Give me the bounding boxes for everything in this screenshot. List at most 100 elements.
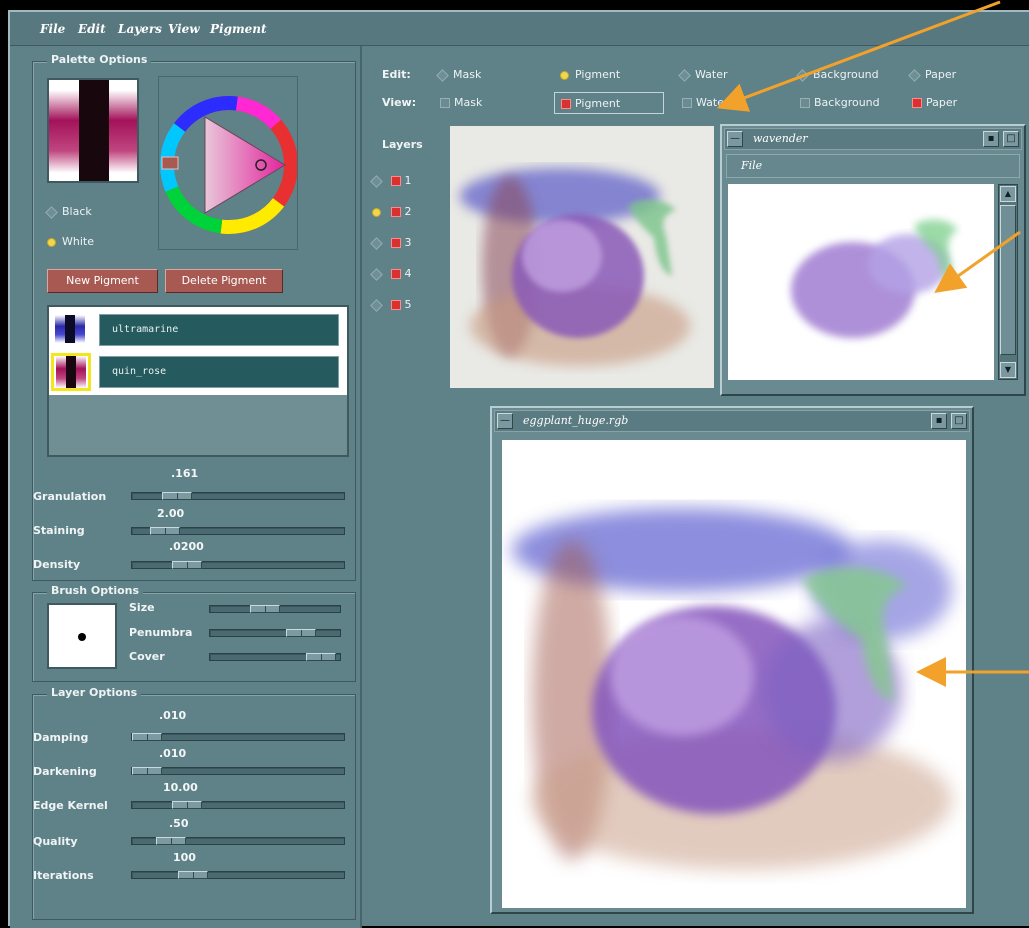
color-wheel[interactable] xyxy=(159,77,298,249)
scrollbar-thumb[interactable] xyxy=(1000,205,1016,355)
edge-kernel-label: Edge Kernel xyxy=(33,799,108,812)
penumbra-slider[interactable] xyxy=(209,629,341,637)
granulation-slider[interactable] xyxy=(131,492,345,500)
menu-pigment[interactable]: Pigment xyxy=(210,22,267,36)
layer-label: 1 xyxy=(404,174,412,187)
maximize-button[interactable]: □ xyxy=(1003,131,1019,147)
palette-options-group: Palette Options Black White New Pigment … xyxy=(32,53,356,581)
slider-thumb[interactable] xyxy=(156,837,186,845)
slider-thumb[interactable] xyxy=(132,733,162,741)
staining-slider[interactable] xyxy=(131,527,345,535)
damping-slider[interactable] xyxy=(131,733,345,741)
cover-label: Cover xyxy=(129,650,165,663)
background-white-option[interactable]: White xyxy=(47,235,94,248)
density-label: Density xyxy=(33,558,81,571)
quality-slider[interactable] xyxy=(131,837,345,845)
background-white-label: White xyxy=(62,235,94,248)
layer-label: 4 xyxy=(404,267,412,280)
layer-visibility-checkbox[interactable] xyxy=(390,269,401,279)
menu-layers[interactable]: Layers xyxy=(118,22,162,36)
scroll-up-arrow-icon[interactable]: ▲ xyxy=(1000,186,1016,202)
iterations-slider[interactable] xyxy=(131,871,345,879)
palette-options-title: Palette Options xyxy=(47,53,152,66)
view-pigment-option[interactable]: Pigment xyxy=(554,92,664,114)
menu-edit[interactable]: Edit xyxy=(78,22,106,36)
granulation-label: Granulation xyxy=(33,490,107,503)
quality-value: .50 xyxy=(169,817,189,830)
layer-item-1[interactable]: 1 xyxy=(370,174,412,188)
view-background-option[interactable]: Background xyxy=(800,96,880,109)
preview-menu-file[interactable]: File xyxy=(741,159,762,172)
eggplant-watercolor-image xyxy=(512,508,952,870)
checkbox xyxy=(800,98,810,108)
brush-options-title: Brush Options xyxy=(47,584,144,597)
image-window-title: eggplant_huge.rgb xyxy=(523,414,629,427)
layer-label: 3 xyxy=(404,236,412,249)
edit-water-option[interactable]: Water xyxy=(678,68,728,82)
vertical-scrollbar[interactable]: ▲ ▼ xyxy=(998,184,1018,380)
pigment-swatch xyxy=(51,313,89,345)
edge-kernel-slider[interactable] xyxy=(131,801,345,809)
staining-value: 2.00 xyxy=(157,507,185,520)
edit-mask-option[interactable]: Mask xyxy=(436,68,481,82)
pigment-name-field[interactable]: quin_rose xyxy=(99,356,339,388)
paint-canvas-main[interactable] xyxy=(450,126,714,388)
preview-canvas[interactable] xyxy=(728,184,994,380)
pigment-swatch-preview xyxy=(47,78,139,183)
slider-thumb[interactable] xyxy=(250,605,280,613)
layer-visibility-checkbox[interactable] xyxy=(390,238,401,248)
slider-thumb[interactable] xyxy=(172,561,202,569)
slider-thumb[interactable] xyxy=(150,527,180,535)
slider-thumb[interactable] xyxy=(132,767,162,775)
brush-options-group: Brush Options Size Penumbra Cover xyxy=(32,584,356,682)
delete-pigment-button[interactable]: Delete Pigment xyxy=(165,269,283,293)
radio-indicator xyxy=(796,68,809,82)
layer-item-3[interactable]: 3 xyxy=(370,236,412,250)
radio-indicator-selected xyxy=(47,237,56,247)
pigment-name-field[interactable]: ultramarine xyxy=(99,314,339,346)
pigment-list-item[interactable]: ultramarine xyxy=(51,311,341,349)
slider-thumb[interactable] xyxy=(286,629,316,637)
layer-item-2[interactable]: 2 xyxy=(372,205,412,218)
workspace: Edit: Mask Pigment Water Background Pape… xyxy=(364,46,1029,928)
slider-thumb[interactable] xyxy=(162,492,192,500)
pigment-list-item[interactable]: quin_rose xyxy=(51,353,341,391)
view-water-option[interactable]: Water xyxy=(682,96,729,109)
maximize-button[interactable]: □ xyxy=(951,413,967,429)
darkening-slider[interactable] xyxy=(131,767,345,775)
edit-paper-option[interactable]: Paper xyxy=(908,68,956,82)
view-mask-label: Mask xyxy=(454,96,483,109)
new-pigment-button[interactable]: New Pigment xyxy=(47,269,158,293)
view-paper-option[interactable]: Paper xyxy=(912,96,957,109)
background-black-option[interactable]: Black xyxy=(45,205,92,219)
image-window-titlebar[interactable]: — eggplant_huge.rgb ▪ □ xyxy=(494,410,970,432)
large-paint-canvas[interactable] xyxy=(502,440,966,908)
preview-window-titlebar[interactable]: — wavender ▪ □ xyxy=(724,128,1022,150)
window-menu-button[interactable]: — xyxy=(727,131,743,147)
view-paper-label: Paper xyxy=(926,96,958,109)
layer-visibility-checkbox[interactable] xyxy=(390,207,401,217)
minimize-button[interactable]: ▪ xyxy=(983,131,999,147)
layer-item-4[interactable]: 4 xyxy=(370,267,412,281)
size-slider[interactable] xyxy=(209,605,341,613)
cover-slider[interactable] xyxy=(209,653,341,661)
slider-thumb[interactable] xyxy=(178,871,208,879)
scroll-down-arrow-icon[interactable]: ▼ xyxy=(1000,362,1016,378)
edit-background-option[interactable]: Background xyxy=(796,68,879,82)
darkening-label: Darkening xyxy=(33,765,97,778)
minimize-button[interactable]: ▪ xyxy=(931,413,947,429)
checkbox xyxy=(440,98,450,108)
menu-file[interactable]: File xyxy=(40,22,65,36)
slider-thumb[interactable] xyxy=(306,653,336,661)
edit-pigment-option[interactable]: Pigment xyxy=(560,68,620,81)
slider-thumb[interactable] xyxy=(172,801,202,809)
menu-view[interactable]: View xyxy=(168,22,200,36)
radio-indicator xyxy=(370,298,383,312)
layer-visibility-checkbox[interactable] xyxy=(390,176,401,186)
layer-visibility-checkbox[interactable] xyxy=(390,300,401,310)
view-mask-option[interactable]: Mask xyxy=(440,96,482,109)
window-menu-button[interactable]: — xyxy=(497,413,513,429)
layer-item-5[interactable]: 5 xyxy=(370,298,412,312)
density-slider[interactable] xyxy=(131,561,345,569)
view-pigment-label: Pigment xyxy=(575,97,621,110)
